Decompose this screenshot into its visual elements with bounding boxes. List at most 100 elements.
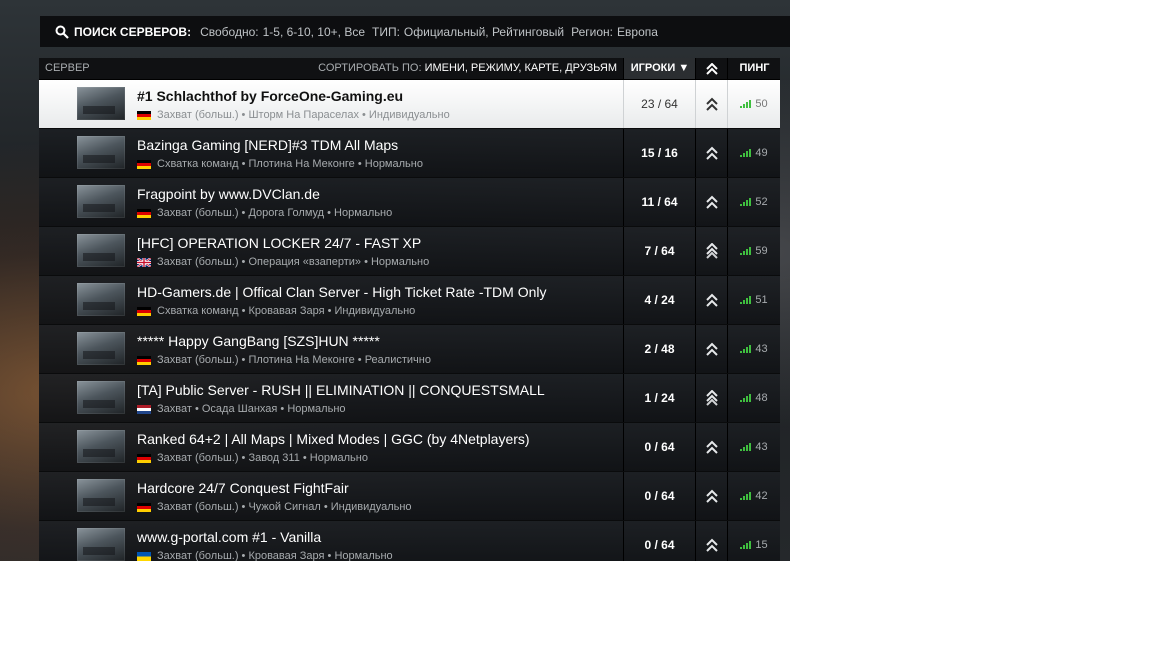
signal-bars-icon — [740, 100, 752, 108]
signal-bars-icon — [740, 394, 752, 402]
signal-bars-icon — [740, 492, 752, 500]
ping-cell: 52 — [727, 178, 780, 226]
map-thumbnail — [77, 332, 125, 365]
server-info: Захват (больш.) • Чужой Сигнал • Индивид… — [137, 501, 412, 513]
server-row[interactable]: HD-Gamers.de | Offical Clan Server - Hig… — [39, 276, 780, 325]
flag-de-icon — [137, 502, 151, 512]
server-row[interactable]: [HFC] OPERATION LOCKER 24/7 - FAST XP Зах… — [39, 227, 780, 276]
player-count: 0 / 64 — [623, 472, 695, 520]
ping-cell: 43 — [727, 423, 780, 471]
signal-bars-icon — [740, 247, 752, 255]
column-rank[interactable] — [695, 58, 728, 79]
server-mode-map: Захват (больш.) • Шторм На Параселах • И… — [157, 109, 450, 121]
server-row[interactable]: Ranked 64+2 | All Maps | Mixed Modes | G… — [39, 423, 780, 472]
server-info: Захват (больш.) • Операция «взаперти» • … — [137, 256, 429, 268]
server-row[interactable]: ***** Happy GangBang [SZS]HUN ***** Захва… — [39, 325, 780, 374]
ping-value: 15 — [755, 539, 768, 551]
server-info: Захват (больш.) • Шторм На Параселах • И… — [137, 109, 450, 121]
signal-bars-icon — [740, 296, 752, 304]
server-mode-map: Схватка команд • Кровавая Заря • Индивид… — [157, 305, 416, 317]
filter-type-label: ТИП: — [372, 24, 400, 39]
ping-cell: 48 — [727, 374, 780, 422]
map-thumbnail — [77, 136, 125, 169]
filter-free-label: Свободно: — [200, 24, 259, 39]
ping-value: 52 — [755, 196, 768, 208]
filter-type-value[interactable]: Официальный, Рейтинговый — [404, 25, 564, 39]
server-mode-map: Схватка команд • Плотина На Меконге • Но… — [157, 158, 423, 170]
map-thumbnail — [77, 479, 125, 512]
filter-region-value[interactable]: Европа — [617, 25, 658, 39]
column-ping[interactable]: ПИНГ — [727, 58, 780, 79]
map-thumbnail — [77, 528, 125, 561]
signal-bars-icon — [740, 443, 752, 451]
server-name: #1 Schlachthof by ForceOne-Gaming.eu — [137, 88, 404, 104]
sort-control[interactable]: СОРТИРОВАТЬ ПО: ИМЕНИ, РЕЖИМУ, КАРТЕ, ДР… — [318, 58, 617, 79]
search-filter-bar[interactable]: ПОИСК СЕРВЕРОВ: Свободно: 1-5, 6-10, 10+… — [40, 16, 790, 47]
double-chevron-rank-icon — [695, 276, 727, 324]
server-name: www.g-portal.com #1 - Vanilla — [137, 529, 322, 545]
column-server: СЕРВЕР — [45, 62, 90, 74]
double-chevron-rank-icon — [695, 325, 727, 373]
double-chevron-rank-icon — [695, 521, 727, 561]
signal-bars-icon — [740, 345, 752, 353]
server-row[interactable]: Bazinga Gaming [NERD]#3 TDM All Maps Схва… — [39, 129, 780, 178]
search-title: ПОИСК СЕРВЕРОВ: — [74, 24, 192, 39]
server-row[interactable]: Fragpoint by www.DVClan.de Захват (больш.… — [39, 178, 780, 227]
ping-cell: 49 — [727, 129, 780, 177]
server-name: ***** Happy GangBang [SZS]HUN ***** — [137, 333, 380, 349]
ping-value: 43 — [755, 343, 768, 355]
server-name: [HFC] OPERATION LOCKER 24/7 - FAST XP — [137, 235, 422, 251]
ping-cell: 43 — [727, 325, 780, 373]
player-count: 15 / 16 — [623, 129, 695, 177]
server-name: Hardcore 24/7 Conquest FightFair — [137, 480, 349, 496]
ping-value: 59 — [755, 245, 768, 257]
server-row[interactable]: Hardcore 24/7 Conquest FightFair Захват (… — [39, 472, 780, 521]
map-thumbnail — [77, 87, 125, 120]
flag-ua-icon — [137, 551, 151, 561]
player-count: 7 / 64 — [623, 227, 695, 275]
flag-nl-icon — [137, 404, 151, 414]
server-mode-map: Захват (больш.) • Плотина На Меконге • Р… — [157, 354, 431, 366]
double-chevron-rank-icon — [695, 129, 727, 177]
ping-cell: 15 — [727, 521, 780, 561]
sort-options[interactable]: ИМЕНИ, РЕЖИМУ, КАРТЕ, ДРУЗЬЯМ — [425, 62, 617, 74]
server-mode-map: Захват • Осада Шанхая • Нормально — [157, 403, 346, 415]
server-table: СЕРВЕР СОРТИРОВАТЬ ПО: ИМЕНИ, РЕЖИМУ, КА… — [39, 58, 780, 561]
map-thumbnail — [77, 283, 125, 316]
server-mode-map: Захват (больш.) • Чужой Сигнал • Индивид… — [157, 501, 412, 513]
flag-de-icon — [137, 306, 151, 316]
ping-cell: 50 — [727, 80, 780, 128]
search-icon — [55, 25, 69, 39]
ping-cell: 59 — [727, 227, 780, 275]
server-info: Захват (больш.) • Дорога Голмуд • Нормал… — [137, 207, 392, 219]
flag-de-icon — [137, 159, 151, 169]
map-thumbnail — [77, 185, 125, 218]
flag-de-icon — [137, 355, 151, 365]
server-row[interactable]: www.g-portal.com #1 - Vanilla Захват (бол… — [39, 521, 780, 561]
player-count: 1 / 24 — [623, 374, 695, 422]
server-name: HD-Gamers.de | Offical Clan Server - Hig… — [137, 284, 547, 300]
ping-cell: 42 — [727, 472, 780, 520]
server-row[interactable]: #1 Schlachthof by ForceOne-Gaming.eu Захв… — [39, 80, 780, 129]
player-count: 0 / 64 — [623, 521, 695, 561]
player-count: 4 / 24 — [623, 276, 695, 324]
table-header: СЕРВЕР СОРТИРОВАТЬ ПО: ИМЕНИ, РЕЖИМУ, КА… — [39, 58, 780, 80]
server-name: [TA] Public Server - RUSH || ELIMINATION… — [137, 382, 545, 398]
server-row[interactable]: [TA] Public Server - RUSH || ELIMINATION… — [39, 374, 780, 423]
ping-value: 51 — [755, 294, 768, 306]
map-thumbnail — [77, 381, 125, 414]
server-browser: ПОИСК СЕРВЕРОВ: Свободно: 1-5, 6-10, 10+… — [0, 0, 790, 561]
player-count: 2 / 48 — [623, 325, 695, 373]
server-name: Fragpoint by www.DVClan.de — [137, 186, 320, 202]
server-name: Bazinga Gaming [NERD]#3 TDM All Maps — [137, 137, 399, 153]
triple-chevron-rank-icon — [695, 227, 727, 275]
sort-label: СОРТИРОВАТЬ ПО: — [318, 62, 422, 74]
triple-chevron-rank-icon — [695, 374, 727, 422]
column-players[interactable]: ИГРОКИ ▼ — [623, 58, 696, 79]
server-info: Захват (больш.) • Кровавая Заря • Нормал… — [137, 550, 393, 561]
server-info: Схватка команд • Плотина На Меконге • Но… — [137, 158, 423, 170]
filter-free-value[interactable]: 1-5, 6-10, 10+, Все — [263, 25, 365, 39]
server-info: Захват (больш.) • Завод 311 • Нормально — [137, 452, 368, 464]
double-chevron-rank-icon — [695, 423, 727, 471]
server-mode-map: Захват (больш.) • Дорога Голмуд • Нормал… — [157, 207, 393, 219]
